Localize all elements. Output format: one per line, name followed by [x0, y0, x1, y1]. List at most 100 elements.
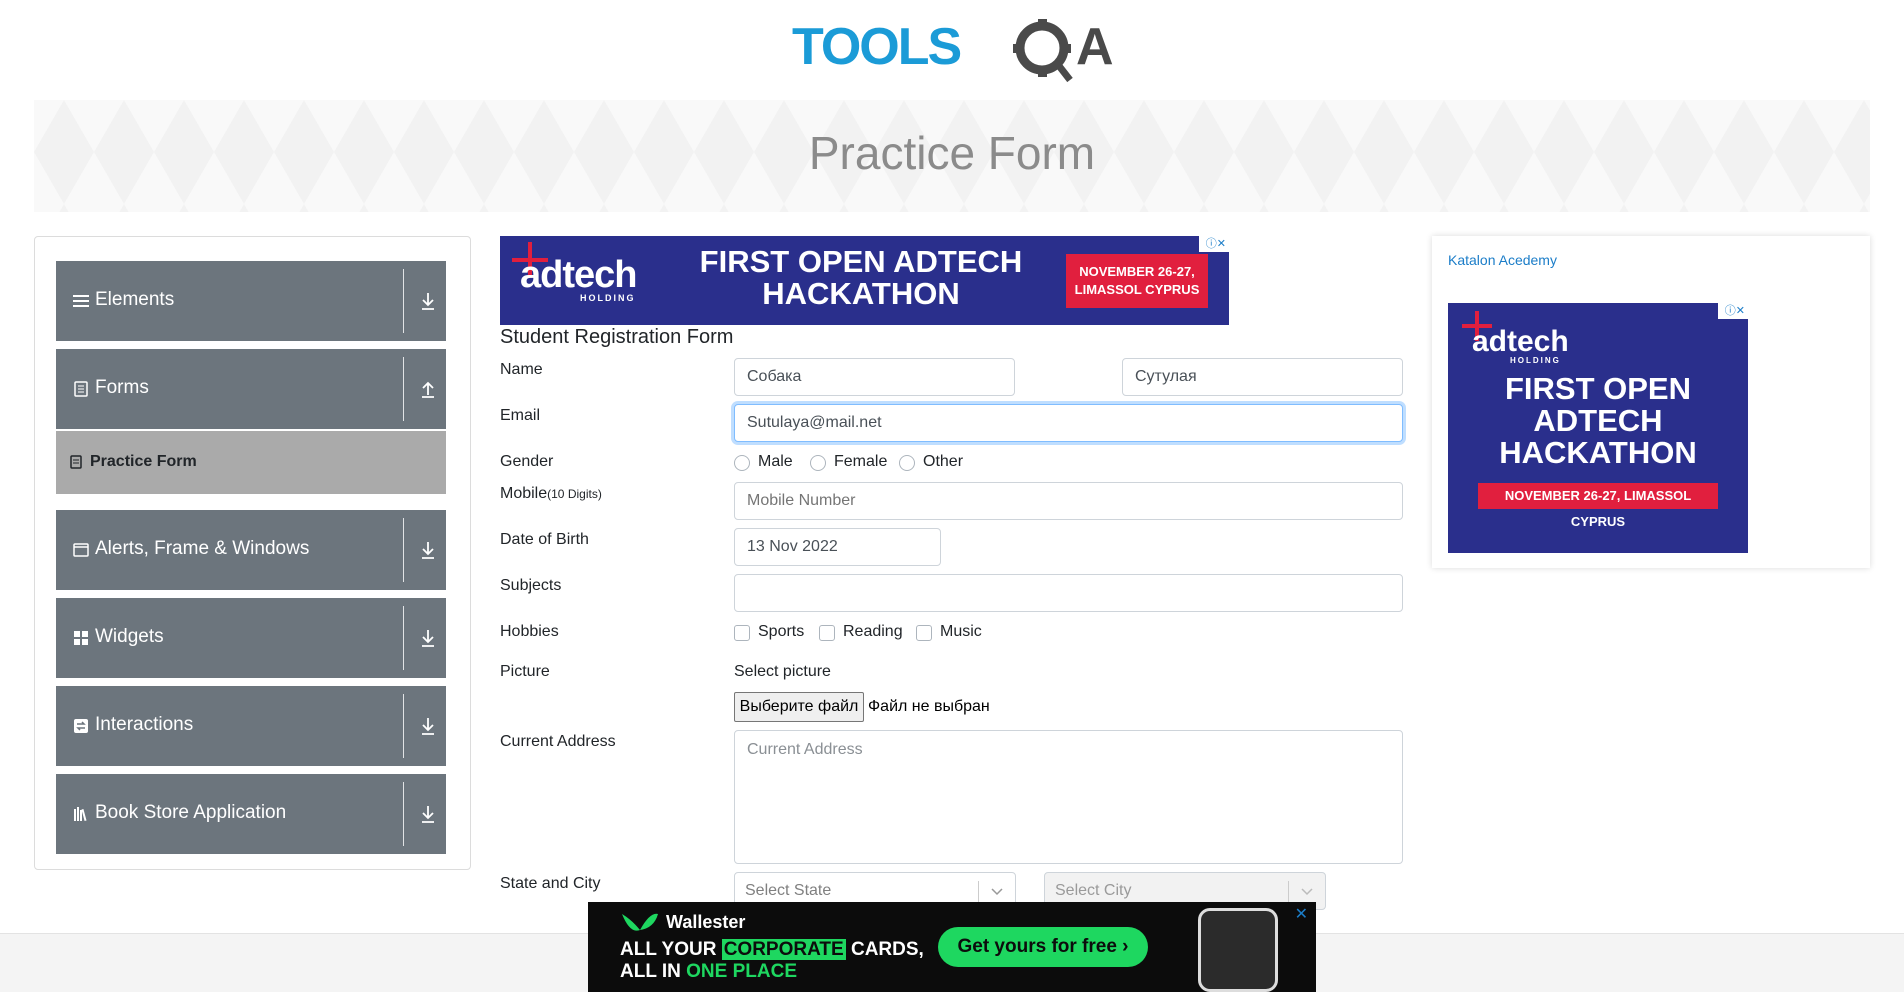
hamburger-icon	[73, 295, 89, 307]
state-placeholder: Select State	[745, 882, 832, 899]
ad-headline: FIRST OPEN ADTECH HACKATHON	[1499, 371, 1697, 470]
page-title: Practice Form	[808, 127, 1096, 179]
picture-label: Picture	[500, 663, 550, 680]
ad-brand: Wallester	[666, 912, 746, 932]
subjects-input[interactable]	[734, 574, 1403, 612]
checkbox-label: Music	[940, 623, 982, 640]
logo-graphic: TOOLS A	[792, 18, 1114, 83]
download-arrow-icon[interactable]	[420, 628, 436, 648]
sidebar-group-interactions[interactable]: Interactions	[56, 686, 446, 766]
divider	[403, 269, 404, 333]
svg-text:A: A	[1076, 18, 1114, 76]
checkbox-label: Reading	[843, 623, 903, 640]
choose-file-button[interactable]: Выберите файл	[734, 692, 864, 722]
broken-image-link[interactable]: Katalon Acedemy	[1448, 252, 1557, 268]
sidebar-group-label: Alerts, Frame & Windows	[95, 538, 310, 559]
header: TOOLS A Practice Form	[0, 0, 1904, 212]
city-placeholder: Select City	[1055, 882, 1132, 899]
name-label: Name	[500, 361, 543, 378]
upload-arrow-icon[interactable]	[420, 379, 436, 399]
radio-circle[interactable]	[810, 455, 826, 471]
ad-text: ALL YOUR CORPORATE CARDS, ALL IN ONE PLA…	[620, 939, 924, 983]
email-input[interactable]	[734, 404, 1403, 442]
radio-label: Female	[834, 453, 888, 470]
svg-text:TOOLS: TOOLS	[792, 18, 960, 76]
sidebar-group-label: Elements	[95, 289, 175, 310]
sidebar-group-label: Interactions	[95, 714, 194, 735]
ad-text-part: ALL YOUR	[620, 939, 722, 960]
download-arrow-icon[interactable]	[420, 804, 436, 824]
sidebar-group-label: Book Store Application	[95, 802, 287, 823]
divider	[403, 782, 404, 846]
state-city-label: State and City	[500, 875, 601, 892]
mobile-input[interactable]	[734, 482, 1403, 520]
radio-label: Other	[923, 453, 964, 470]
divider	[403, 518, 404, 582]
select-separator	[1288, 881, 1289, 903]
ad-banner-bottom[interactable]: Wallester ALL YOUR CORPORATE CARDS, ALL …	[588, 902, 1316, 992]
mobile-label: Mobile(10 Digits)	[500, 485, 602, 503]
ad-close-icon[interactable]: ⓘ✕	[1718, 303, 1748, 319]
right-ad-banner[interactable]: adtech HOLDING FIRST OPEN ADTECH HACKATHO…	[1448, 303, 1748, 553]
sidebar-group-alerts[interactable]: Alerts, Frame & Windows	[56, 510, 446, 590]
current-address-textarea[interactable]: Current Address	[734, 730, 1403, 864]
ad-brand: adtech HOLDING	[1472, 325, 1569, 365]
ad-banner-top[interactable]: adtech HOLDING FIRST OPEN ADTECH HACKATHO…	[500, 236, 1229, 325]
subjects-label: Subjects	[500, 577, 562, 594]
first-name-input[interactable]	[734, 358, 1015, 396]
download-arrow-icon[interactable]	[420, 716, 436, 736]
books-icon	[74, 807, 87, 822]
select-separator	[978, 881, 979, 903]
ad-text-highlight: CORPORATE	[721, 939, 846, 960]
radio-label: Male	[758, 453, 793, 470]
close-icon[interactable]: ✕	[1295, 904, 1308, 924]
ad-text-part: CARDS,	[845, 939, 924, 960]
ad-text-part: ALL IN	[620, 961, 687, 982]
sidebar-group-elements[interactable]: Elements	[56, 261, 446, 341]
select-picture-label: Select picture	[734, 663, 831, 680]
page-banner: Practice Form	[34, 100, 1870, 212]
checkbox-box[interactable]	[916, 625, 932, 641]
sidebar-group-label: Widgets	[95, 626, 164, 647]
ad-badge: NOVEMBER 26-27, LIMASSOL CYPRUS	[1066, 254, 1208, 308]
sidebar-group-label: Forms	[95, 377, 149, 398]
window-icon	[73, 543, 89, 557]
sidebar-group-widgets[interactable]: Widgets	[56, 598, 446, 678]
radio-circle[interactable]	[899, 455, 915, 471]
ad-close-icon[interactable]: ⓘ✕	[1199, 236, 1229, 252]
chevron-down-icon	[1301, 888, 1313, 896]
divider	[403, 606, 404, 670]
sidebar-group-book-store[interactable]: Book Store Application	[56, 774, 446, 854]
sidebar-group-forms[interactable]: Forms	[56, 349, 446, 429]
ad-text-green: ONE PLACE	[686, 961, 798, 982]
gender-label: Gender	[500, 453, 554, 470]
sidebar-item-practice-form[interactable]: Practice Form	[56, 431, 446, 494]
wallester-leaf-icon	[622, 913, 658, 931]
form-title: Student Registration Form	[500, 326, 734, 348]
toolsqa-logo[interactable]: TOOLS A	[792, 14, 1116, 92]
download-arrow-icon[interactable]	[420, 540, 436, 560]
chevron-down-icon	[991, 888, 1003, 896]
document-icon	[74, 381, 88, 397]
dob-input[interactable]	[734, 528, 941, 566]
checkbox-box[interactable]	[819, 625, 835, 641]
ad-cta-button[interactable]: Get yours for free ›	[938, 927, 1148, 967]
last-name-input[interactable]	[1122, 358, 1403, 396]
ad-badge: NOVEMBER 26-27, LIMASSOL CYPRUS	[1478, 483, 1718, 529]
mobile-label-text: Mobile	[500, 485, 548, 502]
widgets-icon	[74, 631, 88, 645]
ad-brand-sub: HOLDING	[580, 293, 636, 303]
form-icon	[70, 455, 82, 469]
ad-headline: FIRST OPEN ADTECH HACKATHON	[699, 244, 1023, 311]
checkbox-box[interactable]	[734, 625, 750, 641]
ad-brand-text: adtech	[520, 254, 637, 296]
dob-label: Date of Birth	[500, 531, 589, 548]
right-ad-panel: Katalon Acedemy adtech HOLDING FIRST OPEN…	[1432, 236, 1870, 568]
divider	[403, 357, 404, 421]
interactions-icon	[74, 719, 88, 733]
radio-circle[interactable]	[734, 455, 750, 471]
download-arrow-icon[interactable]	[420, 291, 436, 311]
email-label: Email	[500, 407, 541, 424]
sidebar-item-label: Practice Form	[90, 453, 197, 470]
ad-brand-text: adtech	[1472, 325, 1569, 358]
